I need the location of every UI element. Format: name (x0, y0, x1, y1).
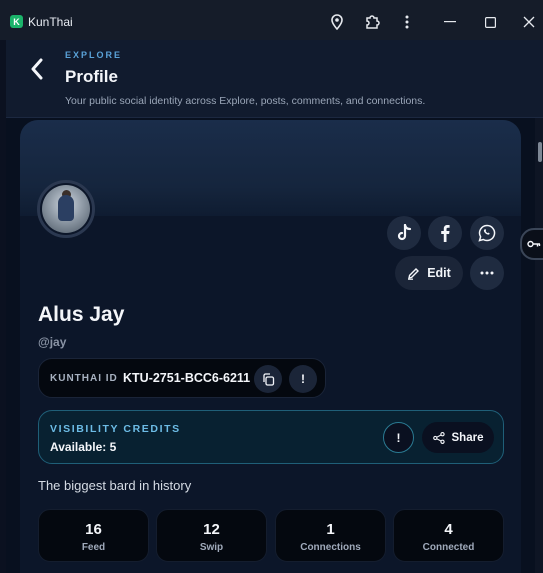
more-horizontal-icon (480, 271, 494, 275)
visibility-credits-title: VISIBILITY CREDITS (50, 423, 181, 435)
floating-side-tab[interactable] (520, 228, 543, 260)
kebab-menu-icon[interactable] (397, 12, 417, 32)
scrollbar[interactable] (535, 118, 543, 573)
credits-info-button[interactable]: ! (383, 422, 414, 453)
copy-id-button[interactable] (254, 365, 282, 393)
whatsapp-button[interactable] (470, 216, 504, 250)
page-title: Profile (65, 67, 118, 86)
tiktok-button[interactable] (387, 216, 421, 250)
scrollbar-thumb[interactable] (538, 142, 542, 162)
stat-value: 4 (444, 521, 453, 538)
visibility-credits-panel: VISIBILITY CREDITS Available: 5 ! Share (38, 410, 504, 464)
profile-handle: @jay (38, 335, 67, 349)
id-info-button[interactable]: ! (289, 365, 317, 393)
edit-profile-button[interactable]: Edit (395, 256, 463, 290)
maximize-icon[interactable] (480, 12, 500, 32)
facebook-icon (441, 225, 450, 242)
close-icon[interactable] (519, 12, 539, 32)
stat-value: 12 (203, 521, 220, 538)
more-options-button[interactable] (470, 256, 504, 290)
share-button[interactable]: Share (422, 422, 494, 453)
kunthai-id-label: KUNTHAI ID (50, 373, 118, 384)
profile-name: Alus Jay (38, 303, 125, 326)
whatsapp-icon (478, 224, 496, 242)
stat-label: Connections (300, 542, 361, 553)
avatar-photo (42, 185, 90, 233)
window-titlebar: K KunThai (0, 0, 543, 40)
app-logo: K (10, 15, 23, 28)
stat-connections[interactable]: 1 Connections (275, 509, 386, 562)
copy-icon (262, 372, 274, 386)
visibility-credits-available: Available: 5 (50, 440, 117, 454)
stat-label: Connected (422, 542, 475, 553)
share-label: Share (451, 431, 484, 444)
window-title: KunThai (28, 15, 73, 29)
profile-bio: The biggest bard in history (38, 478, 192, 493)
share-icon (432, 431, 445, 444)
kunthai-id-pill: KUNTHAI ID KTU-2751-BCC6-6211 ! (38, 358, 326, 398)
facebook-button[interactable] (428, 216, 462, 250)
page-header: EXPLORE Profile Your public social ident… (6, 40, 543, 118)
key-icon (527, 240, 541, 248)
tiktok-icon (397, 224, 412, 241)
stat-value: 16 (85, 521, 102, 538)
minimize-icon[interactable] (440, 12, 460, 32)
pencil-edit-icon (408, 267, 420, 280)
stat-label: Feed (81, 542, 106, 553)
profile-card: Edit Alus Jay @jay KUNTHAI ID KTU-2751-B… (20, 120, 521, 573)
window-frame (0, 40, 6, 573)
avatar[interactable] (37, 180, 95, 238)
extension-puzzle-icon[interactable] (363, 12, 383, 32)
stat-connected[interactable]: 4 Connected (393, 509, 504, 562)
location-pin-icon[interactable] (327, 12, 347, 32)
edit-label: Edit (427, 266, 451, 280)
stat-feed[interactable]: 16 Feed (38, 509, 149, 562)
profile-banner (20, 120, 521, 216)
kunthai-id-value: KTU-2751-BCC6-6211 (123, 371, 251, 385)
stat-label: Swip (199, 542, 224, 553)
stat-swip[interactable]: 12 Swip (156, 509, 267, 562)
back-button[interactable] (26, 56, 48, 82)
page-subtitle: Your public social identity across Explo… (65, 95, 426, 107)
breadcrumb: EXPLORE (65, 50, 123, 60)
stat-value: 1 (326, 521, 335, 538)
